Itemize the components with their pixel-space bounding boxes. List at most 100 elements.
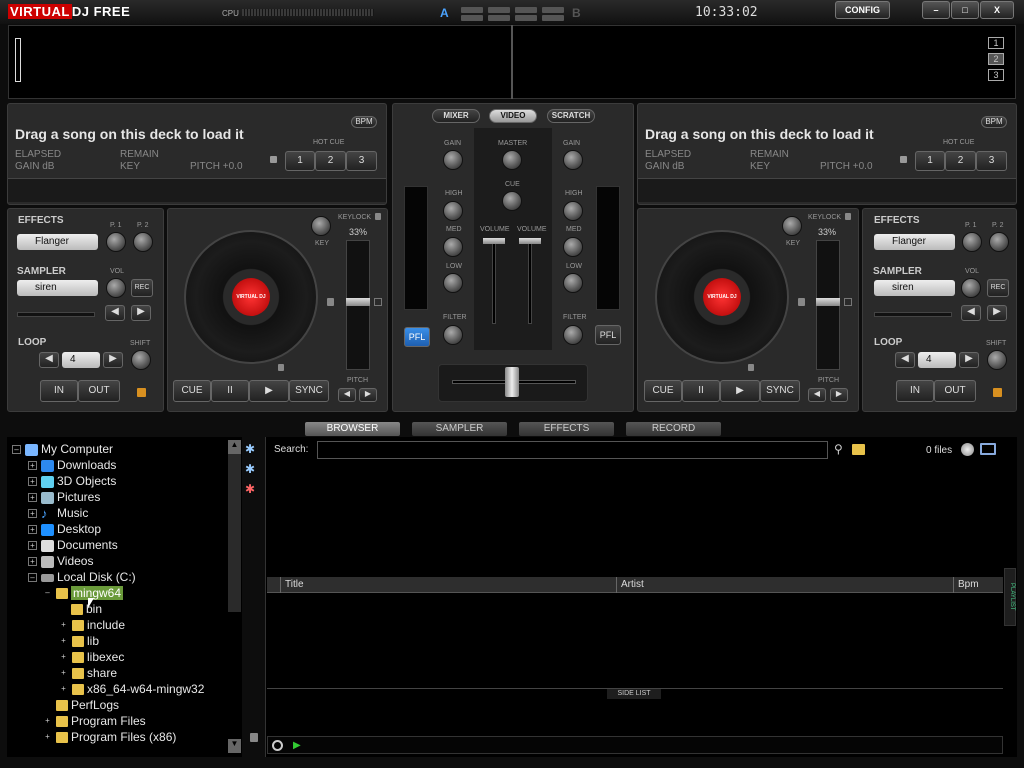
expand-icon[interactable]: + — [28, 525, 37, 535]
col-title[interactable]: Title — [280, 577, 617, 593]
fx-right-p1-knob[interactable] — [962, 232, 982, 252]
mixer-pfl-left[interactable]: PFL — [404, 327, 430, 347]
add-folder-icon[interactable]: ✱ — [245, 442, 259, 456]
expand-icon[interactable]: + — [28, 461, 37, 471]
lock-icon[interactable] — [137, 388, 146, 397]
tree-item[interactable]: – Local Disk (C:) — [28, 569, 136, 585]
turntable-right-play-button[interactable]: ▶ — [720, 380, 760, 402]
mixer-volume-left-slider[interactable] — [492, 240, 496, 324]
layout-seg-7[interactable] — [515, 15, 537, 21]
tree-item[interactable]: + Videos — [28, 553, 93, 569]
turntable-left-pause-button[interactable]: II — [211, 380, 249, 402]
turntable-right-pause-button[interactable]: II — [682, 380, 720, 402]
remove-folder-icon[interactable]: ✱ — [245, 482, 259, 496]
lock-icon[interactable] — [993, 388, 1002, 397]
tree-item[interactable]: + include — [59, 617, 125, 633]
turntable-left-key-knob[interactable] — [311, 216, 331, 236]
layout-seg-5[interactable] — [461, 15, 483, 21]
tree-item[interactable]: + libexec — [59, 649, 124, 665]
turntable-right-cue-button[interactable]: CUE — [644, 380, 682, 402]
layout-seg-4[interactable] — [542, 7, 564, 13]
tree-item[interactable]: + Documents — [28, 537, 118, 553]
expand-icon[interactable]: + — [59, 621, 68, 630]
mixer-med-right-knob[interactable] — [563, 237, 583, 257]
fx-right-p2-knob[interactable] — [989, 232, 1009, 252]
mixer-cue-knob[interactable] — [502, 191, 522, 211]
tree-item[interactable]: + share — [59, 665, 117, 681]
tree-item[interactable]: + x86_64-w64-mingw32 — [59, 681, 204, 697]
close-button[interactable]: X — [980, 1, 1014, 19]
monitor-icon[interactable] — [980, 443, 996, 455]
fx-right-sampler-prev[interactable]: ◀ — [961, 305, 981, 321]
record-icon[interactable] — [272, 740, 283, 751]
fx-left-effect-select[interactable]: Flanger — [17, 234, 98, 250]
tree-item[interactable]: + Downloads — [28, 457, 116, 473]
col-bpm[interactable]: Bpm — [954, 577, 1003, 593]
deck-left-hotcue-1[interactable]: 1 — [285, 151, 315, 171]
collapse-icon[interactable]: – — [12, 445, 21, 455]
collapse-icon[interactable]: – — [43, 589, 52, 598]
turntable-left-play-button[interactable]: ▶ — [249, 380, 289, 402]
tab-sampler[interactable]: SAMPLER — [412, 422, 507, 436]
expand-icon[interactable]: + — [28, 541, 37, 551]
mixer-high-right-knob[interactable] — [563, 201, 583, 221]
fx-right-sampler-select[interactable]: siren — [874, 280, 955, 296]
play-icon[interactable]: ▶ — [293, 740, 301, 751]
mixer-filter-left-knob[interactable] — [443, 325, 463, 345]
fx-right-rec-button[interactable]: REC — [987, 279, 1009, 297]
fx-right-loop-next[interactable]: ▶ — [959, 352, 979, 368]
tree-item[interactable]: + ♪ Music — [28, 505, 88, 521]
tree-item[interactable]: + Desktop — [28, 521, 101, 537]
mixer-master-knob[interactable] — [502, 150, 522, 170]
mixer-volume-right-slider[interactable] — [528, 240, 532, 324]
mixer-filter-right-knob[interactable] — [563, 325, 583, 345]
fx-left-loop-next[interactable]: ▶ — [103, 352, 123, 368]
lock-icon[interactable] — [845, 213, 851, 220]
deck-right-mini-wave[interactable] — [638, 178, 1016, 202]
turntable-right-pitch-up[interactable]: ▶ — [830, 388, 848, 402]
mixer-tab-video[interactable]: VIDEO — [489, 109, 537, 123]
expand-icon[interactable]: + — [28, 493, 37, 503]
tree-item[interactable]: PerfLogs — [56, 697, 119, 713]
fx-left-loop-prev[interactable]: ◀ — [39, 352, 59, 368]
fx-left-loop-select[interactable]: 4 — [62, 352, 100, 368]
col-artist[interactable]: Artist — [617, 577, 954, 593]
fx-left-rec-button[interactable]: REC — [131, 279, 153, 297]
lock-icon[interactable] — [375, 213, 381, 220]
lock-icon[interactable] — [327, 298, 334, 306]
mixer-low-left-knob[interactable] — [443, 273, 463, 293]
turntable-left-cue-button[interactable]: CUE — [173, 380, 211, 402]
fx-right-in-button[interactable]: IN — [896, 380, 934, 402]
lock-icon[interactable] — [748, 364, 754, 371]
mixer-gain-right-knob[interactable] — [563, 150, 583, 170]
layout-seg-8[interactable] — [542, 15, 564, 21]
deck-right-hotcue-3[interactable]: 3 — [976, 151, 1007, 171]
deck-number-3[interactable]: 3 — [988, 69, 1004, 81]
search-options-icon[interactable]: ⚲ — [834, 442, 843, 456]
deck-number-2[interactable]: 2 — [988, 53, 1004, 65]
tab-record[interactable]: RECORD — [626, 422, 721, 436]
config-button[interactable]: CONFIG — [835, 1, 890, 19]
deck-a-button[interactable]: A — [440, 6, 449, 20]
mixer-low-right-knob[interactable] — [563, 273, 583, 293]
layout-seg-3[interactable] — [515, 7, 537, 13]
fx-right-out-button[interactable]: OUT — [934, 380, 976, 402]
mixer-volume-left-handle[interactable] — [483, 238, 505, 244]
fx-left-vol-knob[interactable] — [106, 278, 126, 298]
layout-seg-2[interactable] — [488, 7, 510, 13]
add-virtual-folder-icon[interactable]: ✱ — [245, 462, 259, 476]
folder-search-icon[interactable] — [852, 444, 865, 455]
deck-right-bpm-button[interactable]: BPM — [981, 116, 1007, 128]
fx-right-sampler-next[interactable]: ▶ — [987, 305, 1007, 321]
layout-seg-1[interactable] — [461, 7, 483, 13]
collapse-icon[interactable]: – — [28, 573, 37, 583]
turntable-left-pitch-handle[interactable] — [346, 298, 370, 306]
fx-right-loop-prev[interactable]: ◀ — [895, 352, 915, 368]
fx-left-in-button[interactable]: IN — [40, 380, 78, 402]
playlist-tab[interactable]: PLAYLIST — [1004, 568, 1016, 626]
tab-effects[interactable]: EFFECTS — [519, 422, 614, 436]
tree-item[interactable]: + lib — [59, 633, 99, 649]
deck-b-button[interactable]: B — [572, 6, 581, 20]
mixer-tab-scratch[interactable]: SCRATCH — [547, 109, 595, 123]
expand-icon[interactable]: + — [28, 509, 37, 519]
